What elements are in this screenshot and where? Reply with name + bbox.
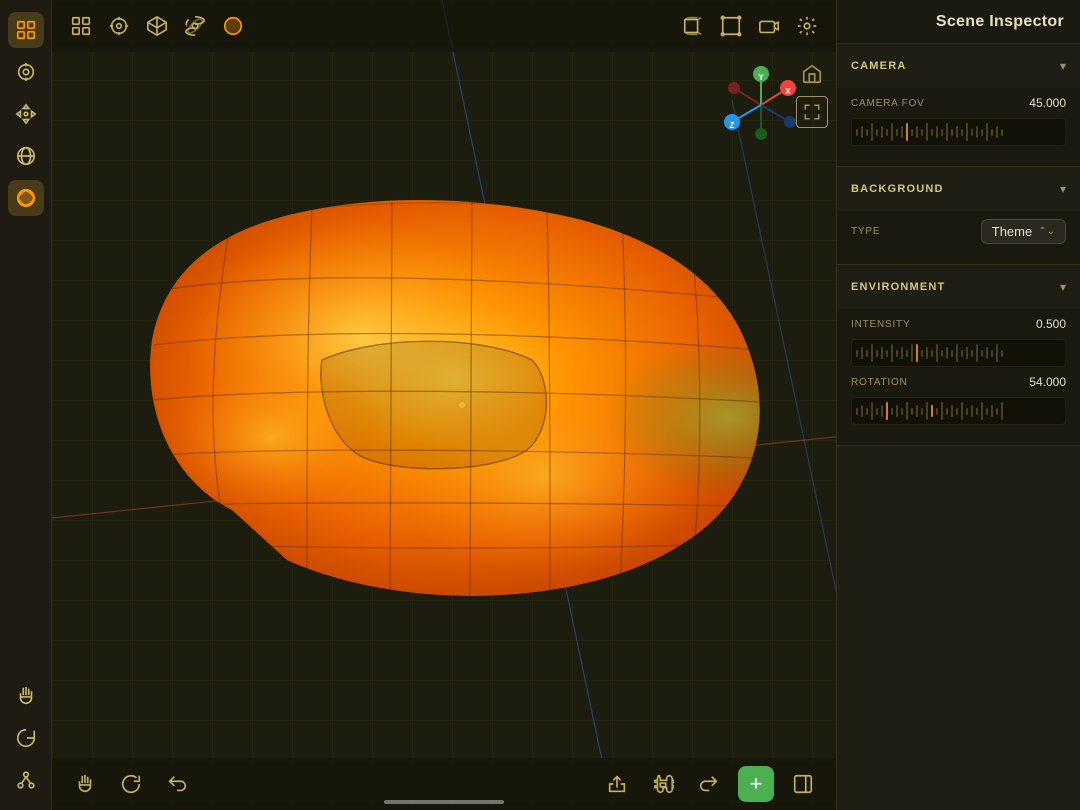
- environment-chevron-icon: ▾: [1060, 280, 1066, 294]
- intensity-prop-row: INTENSITY 0.500: [851, 317, 1066, 331]
- orientation-gizmo[interactable]: X Y Z: [716, 60, 806, 150]
- rotation-label: ROTATION: [851, 377, 908, 388]
- camera-chevron-icon: ▾: [1060, 59, 1066, 73]
- hand-tool-icon[interactable]: [68, 767, 102, 801]
- focus-button[interactable]: [796, 96, 828, 128]
- command-button[interactable]: [646, 767, 680, 801]
- environment-section-body: INTENSITY 0.500: [837, 309, 1080, 445]
- right-panel: Scene Inspector CAMERA ▾ CAMERA FOV 45.0…: [836, 0, 1080, 810]
- grid-view-icon[interactable]: [8, 12, 44, 48]
- rotation-slider[interactable]: [851, 397, 1066, 425]
- intensity-slider[interactable]: [851, 339, 1066, 367]
- cube-top-icon[interactable]: [140, 9, 174, 43]
- home-indicator: [384, 800, 504, 804]
- rotation-value: 54.000: [1029, 375, 1066, 389]
- undo-button[interactable]: [160, 767, 194, 801]
- camera-section-body: CAMERA FOV 45.000: [837, 88, 1080, 166]
- type-dropdown[interactable]: Theme ⌃⌄: [981, 219, 1066, 244]
- target-top-icon[interactable]: [102, 9, 136, 43]
- camera-section-title: CAMERA: [851, 60, 906, 72]
- camera-view-icon[interactable]: [752, 9, 786, 43]
- view-controls-group: [64, 9, 250, 43]
- orbit-top-icon[interactable]: [178, 9, 212, 43]
- type-dropdown-arrow-icon: ⌃⌄: [1038, 226, 1055, 237]
- home-button[interactable]: [796, 58, 828, 90]
- share-button[interactable]: [600, 767, 634, 801]
- nodes-bottom-icon[interactable]: [8, 762, 44, 798]
- panel-content: CAMERA ▾ CAMERA FOV 45.000: [837, 44, 1080, 810]
- camera-section-header[interactable]: CAMERA ▾: [837, 44, 1080, 88]
- fov-ticks: [852, 119, 1065, 145]
- hand-bottom-icon[interactable]: [8, 678, 44, 714]
- svg-text:Z: Z: [730, 121, 735, 130]
- left-toolbar: [0, 0, 52, 810]
- fov-slider[interactable]: [851, 118, 1066, 146]
- fov-value: 45.000: [1029, 96, 1066, 110]
- fov-prop-row: CAMERA FOV 45.000: [851, 96, 1066, 110]
- panel-title: Scene Inspector: [936, 13, 1064, 31]
- environment-section-title: ENVIRONMENT: [851, 281, 945, 293]
- intensity-label: INTENSITY: [851, 319, 910, 330]
- svg-text:Y: Y: [758, 73, 764, 82]
- add-button[interactable]: +: [738, 766, 774, 802]
- background-section: BACKGROUND ▾ TYPE Theme ⌃⌄: [837, 167, 1080, 265]
- background-chevron-icon: ▾: [1060, 182, 1066, 196]
- type-prop-row: TYPE Theme ⌃⌄: [851, 219, 1066, 244]
- target-icon[interactable]: [8, 54, 44, 90]
- rotate-tool-icon[interactable]: [114, 767, 148, 801]
- background-section-title: BACKGROUND: [851, 183, 944, 195]
- environment-section: ENVIRONMENT ▾ INTENSITY 0.500: [837, 265, 1080, 446]
- view-mode-group: [676, 9, 824, 43]
- sphere-top-icon[interactable]: [216, 9, 250, 43]
- mesh-icon[interactable]: [8, 180, 44, 216]
- pivot-point: [459, 402, 465, 408]
- panel-toggle-icon[interactable]: [786, 767, 820, 801]
- type-label: TYPE: [851, 226, 880, 237]
- top-toolbar: [52, 0, 836, 52]
- intensity-ticks: [852, 340, 1065, 366]
- grid-top-icon[interactable]: [64, 9, 98, 43]
- camera-section: CAMERA ▾ CAMERA FOV 45.000: [837, 44, 1080, 167]
- redo-button[interactable]: [692, 767, 726, 801]
- background-section-header[interactable]: BACKGROUND ▾: [837, 167, 1080, 211]
- main-viewport[interactable]: X Y Z: [52, 0, 836, 810]
- environment-section-header[interactable]: ENVIRONMENT ▾: [837, 265, 1080, 309]
- move-icon[interactable]: [8, 96, 44, 132]
- 3d-object: [112, 130, 812, 650]
- rotation-ticks: [852, 398, 1065, 424]
- background-section-body: TYPE Theme ⌃⌄: [837, 211, 1080, 264]
- intensity-value: 0.500: [1036, 317, 1066, 331]
- type-dropdown-value: Theme: [992, 224, 1032, 239]
- persp-cube-icon[interactable]: [676, 9, 710, 43]
- settings-top-icon[interactable]: [790, 9, 824, 43]
- panel-header: Scene Inspector: [837, 0, 1080, 44]
- svg-text:X: X: [785, 87, 791, 96]
- globe-icon[interactable]: [8, 138, 44, 174]
- spin-icon[interactable]: [8, 720, 44, 756]
- wireframe-icon[interactable]: [714, 9, 748, 43]
- rotation-prop-row: ROTATION 54.000: [851, 375, 1066, 389]
- fov-label: CAMERA FOV: [851, 98, 925, 109]
